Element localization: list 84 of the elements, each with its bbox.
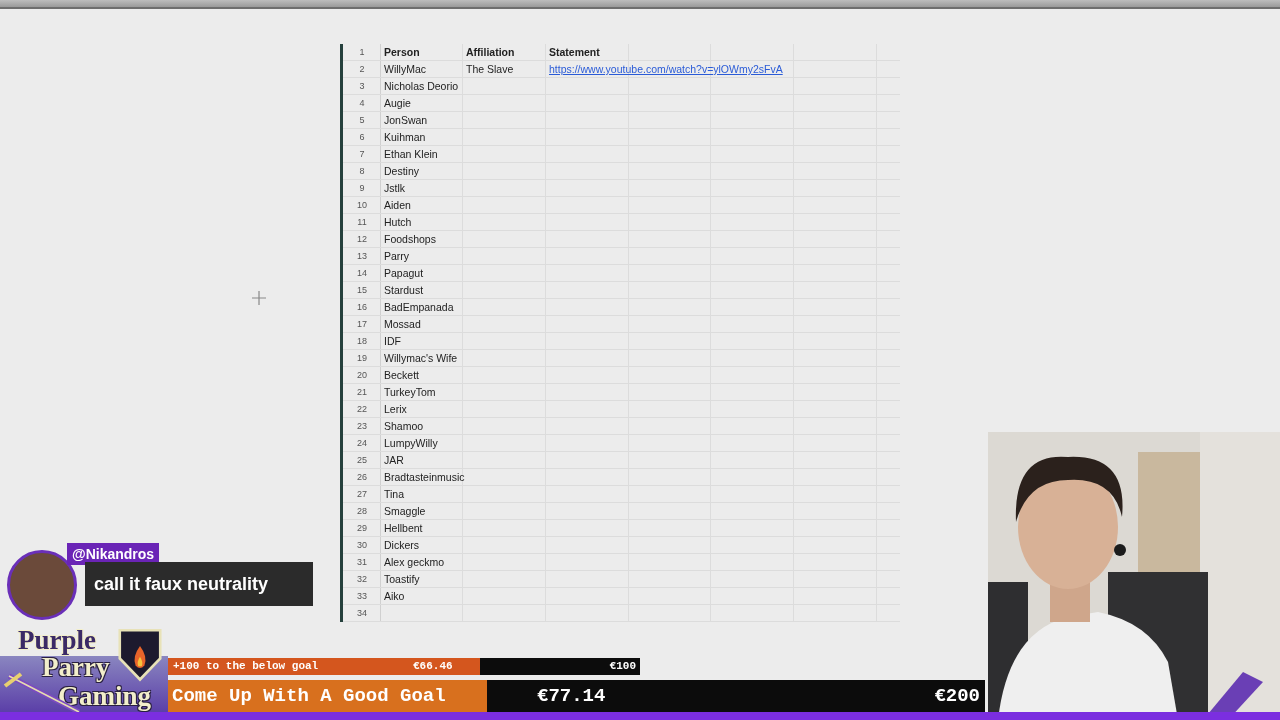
- row-number: 7: [358, 148, 366, 161]
- table-cell: Alex geckmo: [384, 556, 445, 568]
- logo-text: Parry: [42, 654, 110, 681]
- table-cell: Papagut: [384, 267, 424, 279]
- goal-amount: €77.14: [537, 684, 606, 709]
- goal-label: +100 to the below goal: [173, 659, 319, 674]
- table-cell: Toastify: [384, 573, 420, 585]
- table-cell: Destiny: [384, 165, 419, 177]
- table-cell: Beckett: [384, 369, 420, 381]
- row-number: 28: [356, 505, 368, 518]
- table-cell: Hellbent: [384, 522, 423, 534]
- table-cell: WillyMac: [384, 63, 426, 75]
- row-number: 4: [358, 97, 366, 110]
- table-cell: BadEmpanada: [384, 301, 454, 313]
- table-cell: Jstlk: [384, 182, 405, 194]
- table-cell: Mossad: [384, 318, 421, 330]
- chat-message: call it faux neutrality: [85, 562, 313, 606]
- table-cell: JAR: [384, 454, 404, 466]
- column-header-cell[interactable]: Person: [381, 44, 463, 61]
- table-cell: JonSwan: [384, 114, 428, 126]
- table-cell: Stardust: [384, 284, 424, 296]
- goal-label: Come Up With A Good Goal: [172, 684, 446, 709]
- table-cell: IDF: [384, 335, 401, 347]
- row-number: 22: [356, 403, 368, 416]
- table-cell: Shamoo: [384, 420, 424, 432]
- row-number: 31: [356, 556, 368, 569]
- row-number: 17: [356, 318, 368, 331]
- chat-username: @Nikandros: [67, 543, 160, 565]
- crosshair-cursor-icon: [252, 291, 266, 305]
- row-number: 25: [356, 454, 368, 467]
- table-cell: The Slave: [466, 63, 514, 75]
- table-cell: Hutch: [384, 216, 412, 228]
- row-number: 24: [356, 437, 368, 450]
- table-cell: LumpyWilly: [384, 437, 438, 449]
- row-number: 21: [356, 386, 368, 399]
- logo-text: Gaming: [58, 683, 151, 710]
- row-number: 10: [356, 199, 368, 212]
- goal-target: €200: [934, 684, 980, 709]
- link[interactable]: https://www.youtube.com/watch?v=ylOWmy2sFvA: [549, 63, 783, 75]
- row-number: 20: [356, 369, 368, 382]
- table-cell: Augie: [384, 97, 411, 109]
- table-cell: Kuihman: [384, 131, 426, 143]
- row-number: 5: [358, 114, 366, 127]
- table-cell: Smaggle: [384, 505, 426, 517]
- table-cell: Foodshops: [384, 233, 436, 245]
- table-cell: Ethan Klein: [384, 148, 438, 160]
- row-number: 18: [356, 335, 368, 348]
- row-number: 1: [358, 46, 366, 59]
- row-number: 32: [356, 573, 368, 586]
- table-cell: Dickers: [384, 539, 419, 551]
- shield-flame-icon: [118, 626, 162, 682]
- row-number: 26: [356, 471, 368, 484]
- table-cell: Willymac's Wife: [384, 352, 458, 364]
- row-number: 15: [356, 284, 368, 297]
- row-number: 9: [358, 182, 366, 195]
- row-number: 19: [356, 352, 368, 365]
- column-header-cell[interactable]: Statement: [546, 44, 629, 61]
- row-number: 2: [358, 63, 366, 76]
- table-cell: Bradtasteinmusic: [384, 471, 465, 483]
- goal-target: €100: [609, 659, 636, 674]
- row-number: 30: [356, 539, 368, 552]
- row-number: 11: [356, 216, 368, 229]
- row-number: 8: [358, 165, 366, 178]
- logo-text: Purple: [18, 627, 96, 654]
- goal-amount: €66.46: [413, 659, 453, 674]
- table-cell: Aiko: [384, 590, 405, 602]
- table-cell: Aiden: [384, 199, 411, 211]
- row-number: 3: [358, 80, 366, 93]
- table-cell: Lerix: [384, 403, 407, 415]
- row-number: 16: [356, 301, 368, 314]
- row-number: 33: [356, 590, 368, 603]
- row-number: 6: [358, 131, 366, 144]
- row-number: 23: [356, 420, 368, 433]
- row-number: 34: [356, 607, 368, 620]
- row-number: 27: [356, 488, 368, 501]
- row-number: 13: [356, 250, 368, 263]
- column-header-cell[interactable]: Affiliation: [463, 44, 546, 61]
- row-number: 14: [356, 267, 368, 280]
- row-number: 29: [356, 522, 368, 535]
- row-number: 12: [356, 233, 368, 246]
- table-cell: Nicholas Deorio: [384, 80, 459, 92]
- table-cell: Parry: [384, 250, 410, 262]
- table-cell: TurkeyTom: [384, 386, 436, 398]
- table-cell: Tina: [384, 488, 405, 500]
